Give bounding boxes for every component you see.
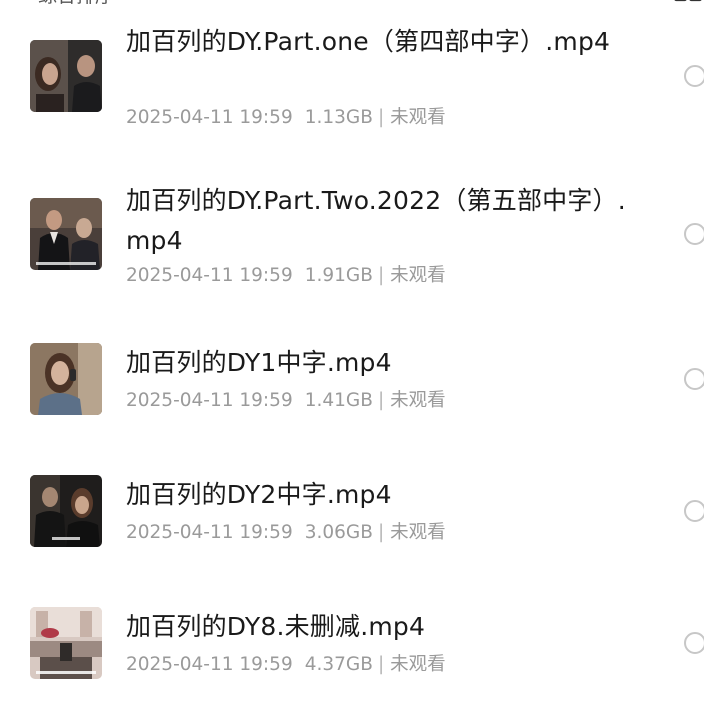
- file-meta: 2025-04-11 19:59 4.37GB | 未观看: [126, 653, 446, 677]
- file-date: 2025-04-11 19:59: [126, 390, 293, 411]
- file-name[interactable]: 加百列的DY2中字.mp4: [126, 475, 626, 515]
- meta-separator: |: [377, 654, 385, 675]
- file-name[interactable]: 加百列的DY1中字.mp4: [126, 343, 626, 383]
- file-size: 1.91GB: [304, 265, 373, 286]
- meta-separator: |: [377, 522, 385, 543]
- file-size: 4.37GB: [304, 654, 373, 675]
- file-name[interactable]: 加百列的DY.Part.Two.2022（第五部中字）.mp4: [126, 181, 626, 261]
- video-thumbnail-icon: [30, 343, 102, 415]
- file-date: 2025-04-11 19:59: [126, 654, 293, 675]
- select-circle-icon[interactable]: [684, 632, 704, 654]
- file-size: 3.06GB: [304, 522, 373, 543]
- watch-status: 未观看: [390, 265, 446, 286]
- file-date: 2025-04-11 19:59: [126, 107, 293, 128]
- video-thumbnail-icon: [30, 198, 102, 270]
- meta-separator: |: [377, 107, 385, 128]
- select-circle-icon[interactable]: [684, 368, 704, 390]
- file-list: 加百列的DY.Part.one（第四部中字）.mp4 2025-04-11 19…: [0, 0, 704, 703]
- video-thumbnail-icon: [30, 475, 102, 547]
- watch-status: 未观看: [390, 107, 446, 128]
- file-date: 2025-04-11 19:59: [126, 522, 293, 543]
- file-date: 2025-04-11 19:59: [126, 265, 293, 286]
- file-name[interactable]: 加百列的DY8.未删减.mp4: [126, 607, 626, 647]
- select-circle-icon[interactable]: [684, 65, 704, 87]
- file-size: 1.41GB: [304, 390, 373, 411]
- video-thumbnail-icon: [30, 40, 102, 112]
- watch-status: 未观看: [390, 654, 446, 675]
- file-meta: 2025-04-11 19:59 1.13GB | 未观看: [126, 106, 446, 130]
- meta-separator: |: [377, 390, 385, 411]
- file-size: 1.13GB: [304, 107, 373, 128]
- watch-status: 未观看: [390, 390, 446, 411]
- watch-status: 未观看: [390, 522, 446, 543]
- file-meta: 2025-04-11 19:59 1.91GB | 未观看: [126, 264, 446, 288]
- file-name[interactable]: 加百列的DY.Part.one（第四部中字）.mp4: [126, 22, 626, 62]
- meta-separator: |: [377, 265, 385, 286]
- select-circle-icon[interactable]: [684, 500, 704, 522]
- video-thumbnail-icon: [30, 607, 102, 679]
- file-meta: 2025-04-11 19:59 1.41GB | 未观看: [126, 389, 446, 413]
- file-meta: 2025-04-11 19:59 3.06GB | 未观看: [126, 521, 446, 545]
- select-circle-icon[interactable]: [684, 223, 704, 245]
